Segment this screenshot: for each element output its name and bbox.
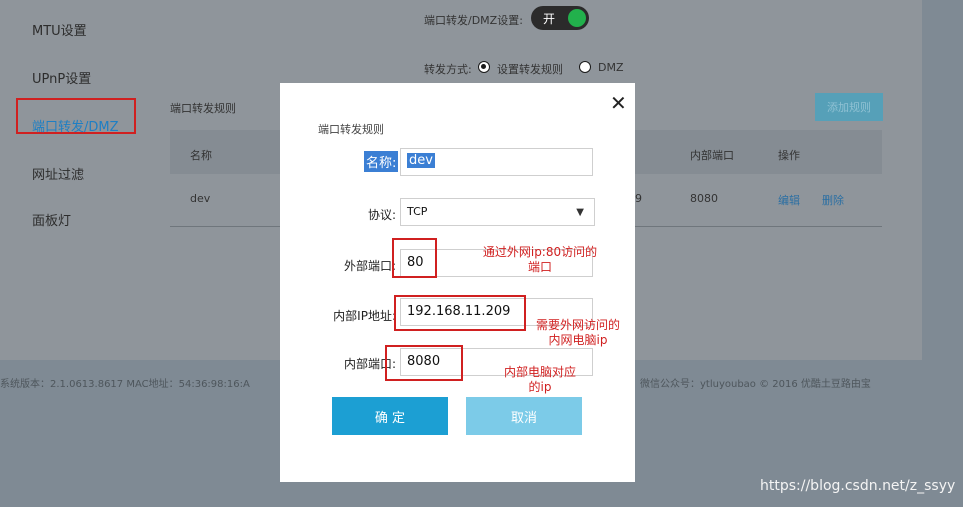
close-icon[interactable]: ✕: [610, 91, 627, 115]
confirm-button[interactable]: 确 定: [332, 397, 448, 435]
table-header-internal-port: 内部端口: [690, 149, 734, 162]
toggle-label: 开: [543, 12, 556, 26]
internal-ip-annotation: 需要外网访问的 内网电脑ip: [528, 318, 628, 348]
internal-ip-annotation-box: [394, 295, 526, 331]
sidebar-item-port-forward[interactable]: 端口转发/DMZ: [32, 116, 119, 135]
table-cell-internal-port: 8080: [690, 192, 718, 205]
mode-radio-rule[interactable]: [478, 61, 490, 73]
table-header-name: 名称: [190, 149, 212, 162]
footer-copyright: 微信公众号：ytluyoubao © 2016 优酷土豆路由宝: [640, 379, 871, 390]
sidebar-item-mtu[interactable]: MTU设置: [32, 20, 87, 39]
toggle-knob: [568, 9, 586, 27]
mode-option-dmz: DMZ: [598, 61, 624, 74]
edit-link[interactable]: 编辑: [778, 192, 800, 208]
footer-system-info: 系统版本：2.1.0613.8617 MAC地址：54:36:98:16:A: [0, 379, 250, 390]
annotation-line: 的ip: [528, 380, 552, 394]
delete-link[interactable]: 删除: [822, 192, 844, 208]
forward-dmz-label: 端口转发/DMZ设置:: [424, 14, 523, 27]
forward-dmz-toggle[interactable]: 开: [531, 6, 589, 30]
mode-label: 转发方式:: [424, 63, 472, 76]
internal-port-label: 内部端口:: [343, 357, 396, 371]
table-cell-ip-tail: 9: [635, 192, 642, 205]
dialog-title: 端口转发规则: [318, 123, 384, 136]
annotation-line: 通过外网ip:80访问的: [482, 245, 598, 259]
external-port-label: 外部端口:: [343, 259, 396, 273]
section-title: 端口转发规则: [170, 102, 236, 115]
external-port-annotation-box: [392, 238, 437, 278]
name-label: 名称:: [364, 151, 399, 172]
annotation-line: 内网电脑ip: [548, 333, 608, 347]
table-header-actions: 操作: [778, 149, 800, 162]
watermark-url: https://blog.csdn.net/z_ssyy: [760, 478, 956, 494]
sidebar-item-upnp[interactable]: UPnP设置: [32, 68, 91, 87]
chevron-down-icon: ▼: [576, 207, 584, 218]
name-value: dev: [407, 153, 435, 168]
internal-ip-label: 内部IP地址:: [333, 309, 396, 323]
annotation-line: 需要外网访问的: [535, 318, 620, 332]
protocol-label: 协议:: [367, 208, 396, 222]
port-forward-dialog: ✕ 端口转发规则 名称: dev 协议: TCP ▼ 外部端口: 80 通过外网…: [280, 83, 635, 482]
annotation-line: 端口: [527, 260, 552, 274]
add-rule-button[interactable]: 添加规则: [815, 93, 883, 121]
cancel-button[interactable]: 取消: [466, 397, 582, 435]
mode-option-rule: 设置转发规则: [497, 63, 563, 76]
sidebar-item-url-filter[interactable]: 网址过滤: [32, 164, 84, 183]
mode-radio-dmz[interactable]: [579, 61, 591, 73]
internal-port-annotation-box: [385, 345, 463, 381]
external-port-annotation: 通过外网ip:80访问的 端口: [460, 245, 620, 275]
sidebar-item-panel-light[interactable]: 面板灯: [32, 210, 71, 229]
protocol-select[interactable]: TCP ▼: [400, 198, 595, 226]
router-admin-page: MTU设置 UPnP设置 端口转发/DMZ 网址过滤 面板灯 端口转发/DMZ设…: [0, 0, 963, 507]
table-cell-name: dev: [190, 192, 211, 205]
protocol-value: TCP: [407, 205, 428, 218]
annotation-line: 内部电脑对应: [503, 365, 576, 379]
internal-port-annotation: 内部电脑对应 的ip: [485, 365, 595, 395]
